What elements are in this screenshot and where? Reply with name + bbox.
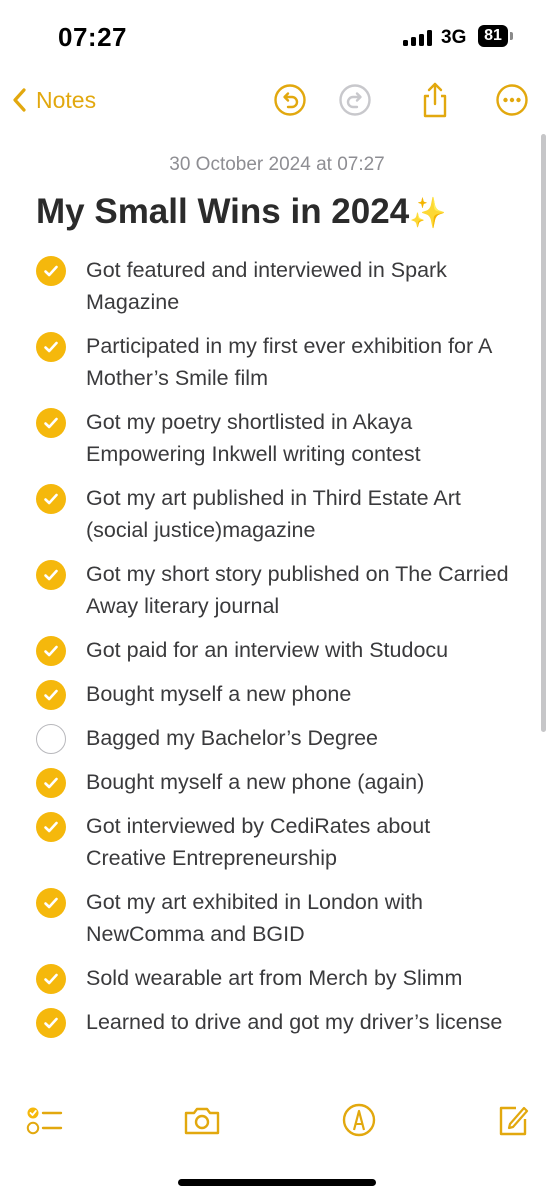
bottom-toolbar (0, 1096, 554, 1146)
checkmark-circle-icon[interactable] (36, 408, 66, 438)
checklist-item[interactable]: Sold wearable art from Merch by Slimm (0, 962, 554, 994)
checklist-item[interactable]: Got my art exhibited in London with NewC… (0, 886, 554, 950)
status-bar: 07:27 3G 81 (0, 0, 554, 70)
checklist-item-text[interactable]: Bought myself a new phone (86, 678, 516, 710)
checklist: Got featured and interviewed in Spark Ma… (0, 254, 554, 1050)
markup-icon[interactable] (339, 1100, 379, 1140)
checkmark-circle-icon[interactable] (36, 888, 66, 918)
empty-circle-icon[interactable] (36, 724, 66, 754)
checklist-item[interactable]: Got paid for an interview with Studocu (0, 634, 554, 666)
checklist-item-text[interactable]: Learned to drive and got my driver’s lic… (86, 1006, 516, 1038)
checklist-item-text[interactable]: Got my art published in Third Estate Art… (86, 482, 516, 546)
redo-icon[interactable] (335, 80, 375, 120)
checklist-item[interactable]: Bagged my Bachelor’s Degree (0, 722, 554, 754)
checkmark-circle-icon[interactable] (36, 560, 66, 590)
sparkles-emoji: ✨ (409, 197, 447, 230)
notes-app: 07:27 3G 81 Notes 30 October 2024 at 07:… (0, 0, 554, 1200)
chevron-left-icon (13, 88, 26, 112)
checklist-item-text[interactable]: Bagged my Bachelor’s Degree (86, 722, 516, 754)
checkmark-circle-icon[interactable] (36, 1008, 66, 1038)
checklist-icon[interactable] (24, 1100, 64, 1140)
checklist-item[interactable]: Bought myself a new phone (again) (0, 766, 554, 798)
checklist-item[interactable]: Got interviewed by CediRates about Creat… (0, 810, 554, 874)
battery-icon: 81 (478, 25, 508, 47)
checklist-item[interactable]: Got featured and interviewed in Spark Ma… (0, 254, 554, 318)
checkmark-circle-icon[interactable] (36, 680, 66, 710)
checklist-item-text[interactable]: Got featured and interviewed in Spark Ma… (86, 254, 516, 318)
camera-icon[interactable] (182, 1100, 222, 1140)
checkmark-circle-icon[interactable] (36, 332, 66, 362)
checkmark-circle-icon[interactable] (36, 484, 66, 514)
back-button[interactable]: Notes (10, 80, 96, 120)
checklist-item-text[interactable]: Got my poetry shortlisted in Akaya Empow… (86, 406, 516, 470)
checklist-item-text[interactable]: Sold wearable art from Merch by Slimm (86, 962, 516, 994)
battery-tip (510, 32, 513, 40)
checklist-item-text[interactable]: Got interviewed by CediRates about Creat… (86, 810, 516, 874)
nav-bar: Notes (0, 70, 554, 130)
more-icon[interactable] (492, 80, 532, 120)
checklist-item[interactable]: Participated in my first ever exhibition… (0, 330, 554, 394)
signal-icon (403, 30, 435, 46)
checklist-item[interactable]: Learned to drive and got my driver’s lic… (0, 1006, 554, 1038)
battery-level: 81 (484, 27, 502, 44)
checkmark-circle-icon[interactable] (36, 964, 66, 994)
compose-icon[interactable] (494, 1100, 534, 1140)
checkmark-circle-icon[interactable] (36, 636, 66, 666)
back-label: Notes (36, 86, 97, 113)
note-title-text: My Small Wins in 2024 (36, 192, 410, 231)
note-date: 30 October 2024 at 07:27 (169, 154, 385, 175)
checkmark-circle-icon[interactable] (36, 256, 66, 286)
checkmark-circle-icon[interactable] (36, 812, 66, 842)
checklist-item-text[interactable]: Participated in my first ever exhibition… (86, 330, 516, 394)
note-title[interactable]: My Small Wins in 2024✨ (36, 192, 536, 232)
checklist-item[interactable]: Got my short story published on The Carr… (0, 558, 554, 622)
checklist-item-text[interactable]: Got my art exhibited in London with NewC… (86, 886, 516, 950)
checklist-item-text[interactable]: Got paid for an interview with Studocu (86, 634, 516, 666)
share-icon[interactable] (415, 80, 455, 120)
scroll-indicator[interactable] (541, 134, 546, 732)
checklist-item[interactable]: Got my art published in Third Estate Art… (0, 482, 554, 546)
checklist-item-text[interactable]: Bought myself a new phone (again) (86, 766, 516, 798)
checklist-item[interactable]: Bought myself a new phone (0, 678, 554, 710)
checklist-item-text[interactable]: Got my short story published on The Carr… (86, 558, 516, 622)
home-indicator[interactable] (178, 1179, 376, 1186)
undo-icon[interactable] (270, 80, 310, 120)
network-type: 3G (441, 27, 467, 48)
status-time: 07:27 (58, 22, 127, 52)
checklist-item[interactable]: Got my poetry shortlisted in Akaya Empow… (0, 406, 554, 470)
checkmark-circle-icon[interactable] (36, 768, 66, 798)
